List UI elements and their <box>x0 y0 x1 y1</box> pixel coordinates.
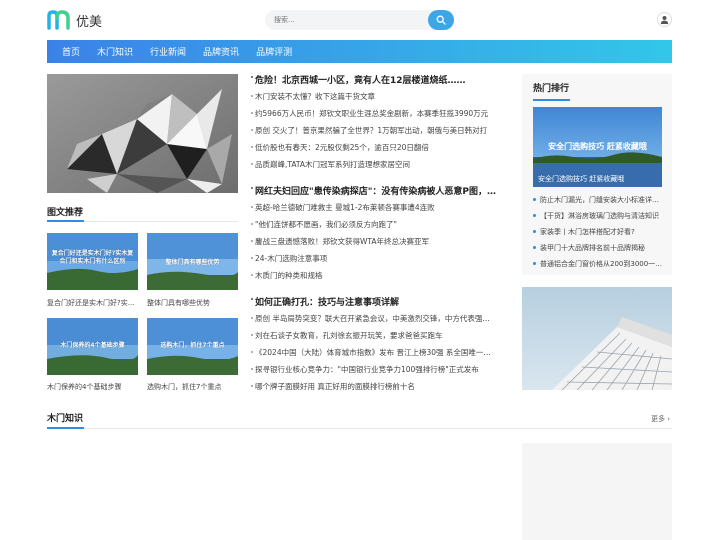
search-bar <box>265 10 454 30</box>
article-list-item[interactable]: 约5966万人民币！郑钦文职业生涯总奖金剧新，本赛季狂揽3990万元 <box>251 108 506 119</box>
article-list-item[interactable]: 24-木门选购注意事项 <box>251 253 506 264</box>
article-list-item[interactable]: 原创 交火了！普京果然骗了全世界？1万朝军出动，朝俄与美日韩对打 <box>251 125 506 136</box>
thumb-title[interactable]: 木门保养的4个基础步骤 <box>47 382 139 392</box>
article-list-item[interactable]: 木质门的种类和规格 <box>251 270 506 281</box>
article-list-item[interactable]: 哪个牌子面膜好用 真正好用的面膜排行榜前十名 <box>251 381 506 392</box>
thumb-card-3[interactable]: 木门保养的4个基础步骤 <box>47 318 138 375</box>
nav-door-knowledge[interactable]: 木门知识 <box>97 45 133 58</box>
article-list-item[interactable]: 刘在石谈子女教育，孔刘徐玄振开玩笑，要求爸爸买跑车 <box>251 330 506 341</box>
thumb-caption: 木门保养的4个基础步骤 <box>60 342 125 349</box>
header: 优美 <box>0 0 720 40</box>
article-list-item[interactable]: 低价股也有春天：2元股仅剩25个，逾百只20日翻倍 <box>251 142 506 153</box>
rank-item[interactable]: 防止木门漏光，门缝安装大小标准详… <box>533 195 663 205</box>
nav-brand-review[interactable]: 品牌评测 <box>256 45 292 58</box>
article-list-item[interactable]: 木门安装不太懂？收下这篇干货文章 <box>251 91 506 102</box>
banner-caption: 安全门选购技巧 赶紧收藏哦 <box>548 142 647 151</box>
section-divider <box>47 428 672 429</box>
section-underline <box>533 99 570 101</box>
ad-placeholder <box>522 443 672 540</box>
article-list-item[interactable]: 探寻银行业核心竞争力："中国银行业竞争力100强排行榜"正式发布 <box>251 364 506 375</box>
article-headline[interactable]: 网红夫妇回应"患传染病探店"：没有传染病被人恶意P图，… <box>251 184 506 197</box>
thumb-title[interactable]: 选购木门，抓住7个重点 <box>147 382 239 392</box>
section-underline <box>47 220 84 222</box>
hero-image[interactable] <box>47 74 238 193</box>
hot-rank-banner[interactable]: 安全门选购技巧 赶紧收藏哦 安全门选购技巧 赶紧收藏哦 <box>533 107 662 187</box>
user-icon <box>660 16 669 24</box>
thumb-card-1[interactable]: 复合门好还是实木门好?实木复合门和实木门有什么区别 <box>47 233 138 290</box>
nav-industry-news[interactable]: 行业新闻 <box>150 45 186 58</box>
article-list-item[interactable]: "他们连饼都不愿画，我们必须反方向跑了" <box>251 219 506 230</box>
thumb-caption: 整体门具有哪些优势 <box>165 259 220 266</box>
rank-item[interactable]: 普通铝合金门窗价格从200到3000一… <box>533 259 663 269</box>
thumb-title[interactable]: 整体门具有哪些优势 <box>147 298 239 308</box>
search-icon <box>436 15 446 25</box>
nav-brand-info[interactable]: 品牌资讯 <box>203 45 239 58</box>
article-headline[interactable]: 危险！北京西城一小区，竟有人在12层楼道烧纸…… <box>251 73 506 86</box>
article-headline[interactable]: 如何正确打孔：技巧与注意事项详解 <box>251 295 506 308</box>
section-underline <box>47 427 84 429</box>
rank-item[interactable]: 【干货】淋浴房玻璃门选购与清洁知识 <box>533 211 663 221</box>
building-photo[interactable] <box>522 287 672 390</box>
logo[interactable]: 优美 <box>47 10 102 30</box>
building-graphic <box>522 287 672 390</box>
article-list-item[interactable]: 原创 半岛局势突变？联大召开紧急会议，中美激烈交锋，中方代表强… <box>251 313 506 324</box>
banner-subcaption: 安全门选购技巧 赶紧收藏哦 <box>538 175 625 183</box>
hero-graphic <box>47 74 238 193</box>
chevron-right-icon: › <box>667 415 671 423</box>
nav-home[interactable]: 首页 <box>62 45 80 58</box>
article-list-item[interactable]: 《2024中国（大陆）体育城市指数》发布 晋江上榜30强 系全国唯一… <box>251 347 506 358</box>
rank-item[interactable]: 家装季丨木门怎样搭配才好看? <box>533 227 663 237</box>
rank-item[interactable]: 装甲门十大品牌排名前十品牌揭秘 <box>533 243 663 253</box>
article-list-item[interactable]: 品质巅峰,TATA木门冠军系列打造理想家居空间 <box>251 159 506 170</box>
more-link[interactable]: 更多 › <box>651 414 670 424</box>
thumb-card-2[interactable]: 整体门具有哪些优势 <box>147 233 238 290</box>
section-title-door-knowledge: 木门知识 <box>47 414 84 424</box>
thumb-card-4[interactable]: 选购木门，抓住7个重点 <box>147 318 238 375</box>
search-button[interactable] <box>428 10 454 30</box>
main-nav: 首页 木门知识 行业新闻 品牌资讯 品牌评测 <box>47 40 672 63</box>
thumb-title[interactable]: 复合门好还是实木门好?实... <box>47 298 139 308</box>
thumb-caption: 选购木门，抓住7个重点 <box>160 342 225 349</box>
search-input[interactable] <box>265 10 425 30</box>
section-title-pic-rec: 图文推荐 <box>47 208 84 218</box>
section-title-hot-rank: 热门排行 <box>533 84 570 94</box>
more-label: 更多 <box>651 415 665 423</box>
logo-text: 优美 <box>76 14 103 30</box>
thumb-caption: 复合门好还是实木门好?实木复合门和实木门有什么区别 <box>51 250 134 265</box>
article-list-item[interactable]: 英超-哈兰德破门难救主 曼城1-2布莱顿各赛事遭4连败 <box>251 202 506 213</box>
logo-mark-icon <box>47 10 70 30</box>
user-avatar[interactable] <box>657 12 672 27</box>
article-list-item[interactable]: 鏖战三盘遗憾落败！郑钦文获得WTA年终总决赛亚军 <box>251 236 506 247</box>
